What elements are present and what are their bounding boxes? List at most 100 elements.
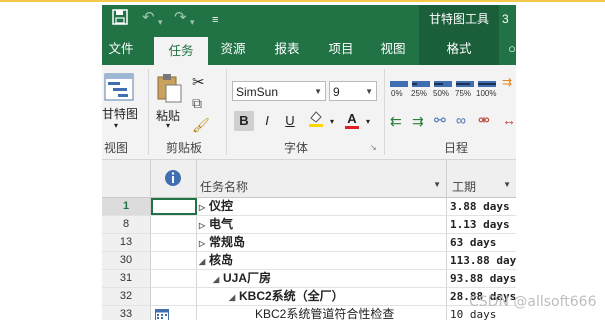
indicator-cell[interactable]	[151, 234, 197, 251]
percent-label-0: 0%	[391, 89, 403, 98]
expand-expanded-icon[interactable]: ◢	[229, 289, 239, 305]
tab-view[interactable]: 视图	[372, 33, 414, 65]
task-name-header[interactable]: 任务名称 ▼	[197, 160, 447, 197]
gantt-chart-button[interactable]: 甘特图	[102, 105, 138, 122]
indent-icon[interactable]: ⇉	[412, 113, 424, 130]
ribbon: 甘特图 ▾ 视图 粘贴 ▾ ✂ ⧉ 🖌 剪贴板 SimSun ▼ 9 ▼ B I…	[102, 65, 516, 160]
copy-icon[interactable]: ⧉	[192, 95, 202, 112]
task-name-cell[interactable]: ◢ UJA厂房	[197, 270, 447, 287]
format-painter-icon[interactable]: 🖌	[192, 117, 210, 134]
select-all-cell[interactable]	[102, 160, 151, 197]
font-dialog-launcher-icon[interactable]: ↘	[370, 143, 377, 152]
gantt-dropdown-icon[interactable]: ▾	[114, 121, 118, 130]
row-id: 31	[102, 270, 151, 287]
table-row[interactable]: 30 ◢ 核岛 113.88 days	[102, 252, 516, 270]
task-name-cell[interactable]: ▷ 电气	[197, 216, 447, 233]
split-task-icon[interactable]: ↔	[502, 112, 516, 128]
blank-area	[516, 5, 605, 320]
cut-icon[interactable]: ✂	[192, 73, 205, 91]
row-id: 13	[102, 234, 151, 251]
task-name-header-label: 任务名称	[200, 180, 249, 194]
row-id: 33	[102, 306, 151, 320]
paste-icon[interactable]	[155, 73, 183, 103]
font-size-select[interactable]: 9 ▼	[329, 81, 377, 101]
table-row[interactable]: 33 KBC2系统管道符合性检查 10 days	[102, 306, 516, 320]
indicator-cell[interactable]	[151, 270, 197, 287]
tab-project[interactable]: 项目	[320, 33, 362, 65]
font-name-value: SimSun	[236, 85, 279, 99]
task-name: KBC2系统管道符合性检查	[255, 307, 395, 320]
task-name-cell[interactable]: ◢ KBC2系统（全厂）	[197, 288, 447, 305]
save-icon[interactable]	[112, 9, 128, 30]
mark-on-track-icon[interactable]: ⇉	[502, 75, 512, 89]
task-name: 常规岛	[209, 235, 246, 249]
indicator-cell[interactable]	[151, 288, 197, 305]
italic-button[interactable]: I	[257, 111, 277, 131]
duration-cell[interactable]: 1.13 days	[447, 216, 516, 233]
unlink-tasks-icon[interactable]: ⚮	[478, 112, 490, 129]
table-row[interactable]: 13 ▷ 常规岛 63 days	[102, 234, 516, 252]
font-name-select[interactable]: SimSun ▼	[232, 81, 326, 101]
duration-cell[interactable]: 113.88 days	[447, 252, 516, 269]
font-color-dropdown-icon[interactable]: ▾	[358, 112, 378, 132]
expand-expanded-icon[interactable]: ◢	[199, 253, 209, 269]
task-name-cell[interactable]: ▷ 仪控	[197, 198, 447, 215]
task-name-cell[interactable]: KBC2系统管道符合性检查	[197, 306, 447, 320]
task-name: 仪控	[209, 199, 234, 213]
tab-report[interactable]: 报表	[266, 33, 308, 65]
duration-header[interactable]: 工期 ▼	[447, 160, 516, 197]
chevron-down-icon: ▼	[314, 87, 322, 96]
tell-me-icon[interactable]: ○	[506, 33, 516, 65]
table-row[interactable]: 8 ▷ 电气 1.13 days	[102, 216, 516, 234]
gantt-chart-icon[interactable]	[104, 73, 134, 101]
highlight-dropdown-icon[interactable]: ▾	[322, 112, 342, 132]
bold-button[interactable]: B	[234, 111, 254, 131]
outdent-icon[interactable]: ⇇	[390, 113, 402, 130]
indicator-header[interactable]	[151, 160, 197, 197]
tab-file[interactable]: 文件	[102, 33, 140, 65]
info-icon	[165, 170, 181, 186]
indicator-cell[interactable]	[151, 306, 197, 320]
chevron-down-icon[interactable]: ▼	[433, 180, 441, 189]
undo-icon[interactable]: ↶	[142, 9, 155, 27]
tab-resource[interactable]: 资源	[212, 33, 254, 65]
expand-collapsed-icon[interactable]: ▷	[199, 217, 209, 233]
schedule-group-label: 日程	[444, 141, 469, 155]
task-name-cell[interactable]: ◢ 核岛	[197, 252, 447, 269]
underline-button[interactable]: U	[280, 111, 300, 131]
duration-cell[interactable]: 63 days	[447, 234, 516, 251]
task-name: UJA厂房	[223, 271, 272, 285]
percent-label-75: 75%	[455, 89, 472, 98]
chevron-down-icon[interactable]: ▼	[503, 180, 511, 189]
tab-task[interactable]: 任务	[154, 37, 208, 65]
paste-dropdown-icon[interactable]: ▾	[166, 121, 170, 130]
indicator-cell[interactable]	[151, 252, 197, 269]
table-row[interactable]: 31 ◢ UJA厂房 93.88 days	[102, 270, 516, 288]
redo-icon[interactable]: ↷	[174, 9, 187, 27]
duration-cell[interactable]: 93.88 days	[447, 270, 516, 287]
group-separator	[226, 69, 227, 155]
group-separator	[148, 69, 149, 155]
customize-toolbar-icon[interactable]: ≡	[212, 11, 218, 29]
indicator-cell[interactable]	[151, 216, 197, 233]
row-id: 1	[102, 198, 151, 215]
font-size-value: 9	[333, 85, 340, 99]
redo-dropdown-icon[interactable]: ▾	[190, 13, 195, 31]
expand-expanded-icon[interactable]: ◢	[213, 271, 223, 287]
expand-collapsed-icon[interactable]: ▷	[199, 199, 209, 215]
title-bar: ↶ ▾ ↷ ▾ ≡ 甘特图工具 3号	[102, 5, 516, 54]
duration-cell[interactable]: 3.88 days	[447, 198, 516, 215]
undo-dropdown-icon[interactable]: ▾	[158, 13, 163, 31]
percent-label-25: 25%	[411, 89, 428, 98]
tab-format[interactable]: 格式	[419, 33, 499, 65]
expand-collapsed-icon[interactable]: ▷	[199, 235, 209, 251]
row-id: 8	[102, 216, 151, 233]
link-icon[interactable]: ∞	[456, 112, 466, 128]
table-row[interactable]: 32 ◢ KBC2系统（全厂） 28.88 days	[102, 288, 516, 306]
selected-cell[interactable]	[151, 198, 197, 215]
table-row[interactable]: 1 ▷ 仪控 3.88 days	[102, 198, 516, 216]
task-name-cell[interactable]: ▷ 常规岛	[197, 234, 447, 251]
link-tasks-icon[interactable]: ⚯	[434, 112, 446, 129]
task-calendar-icon	[155, 309, 169, 320]
project-window: ↶ ▾ ↷ ▾ ≡ 甘特图工具 3号 文件 任务 资源 报表 项目 视图 格式 …	[102, 5, 516, 320]
